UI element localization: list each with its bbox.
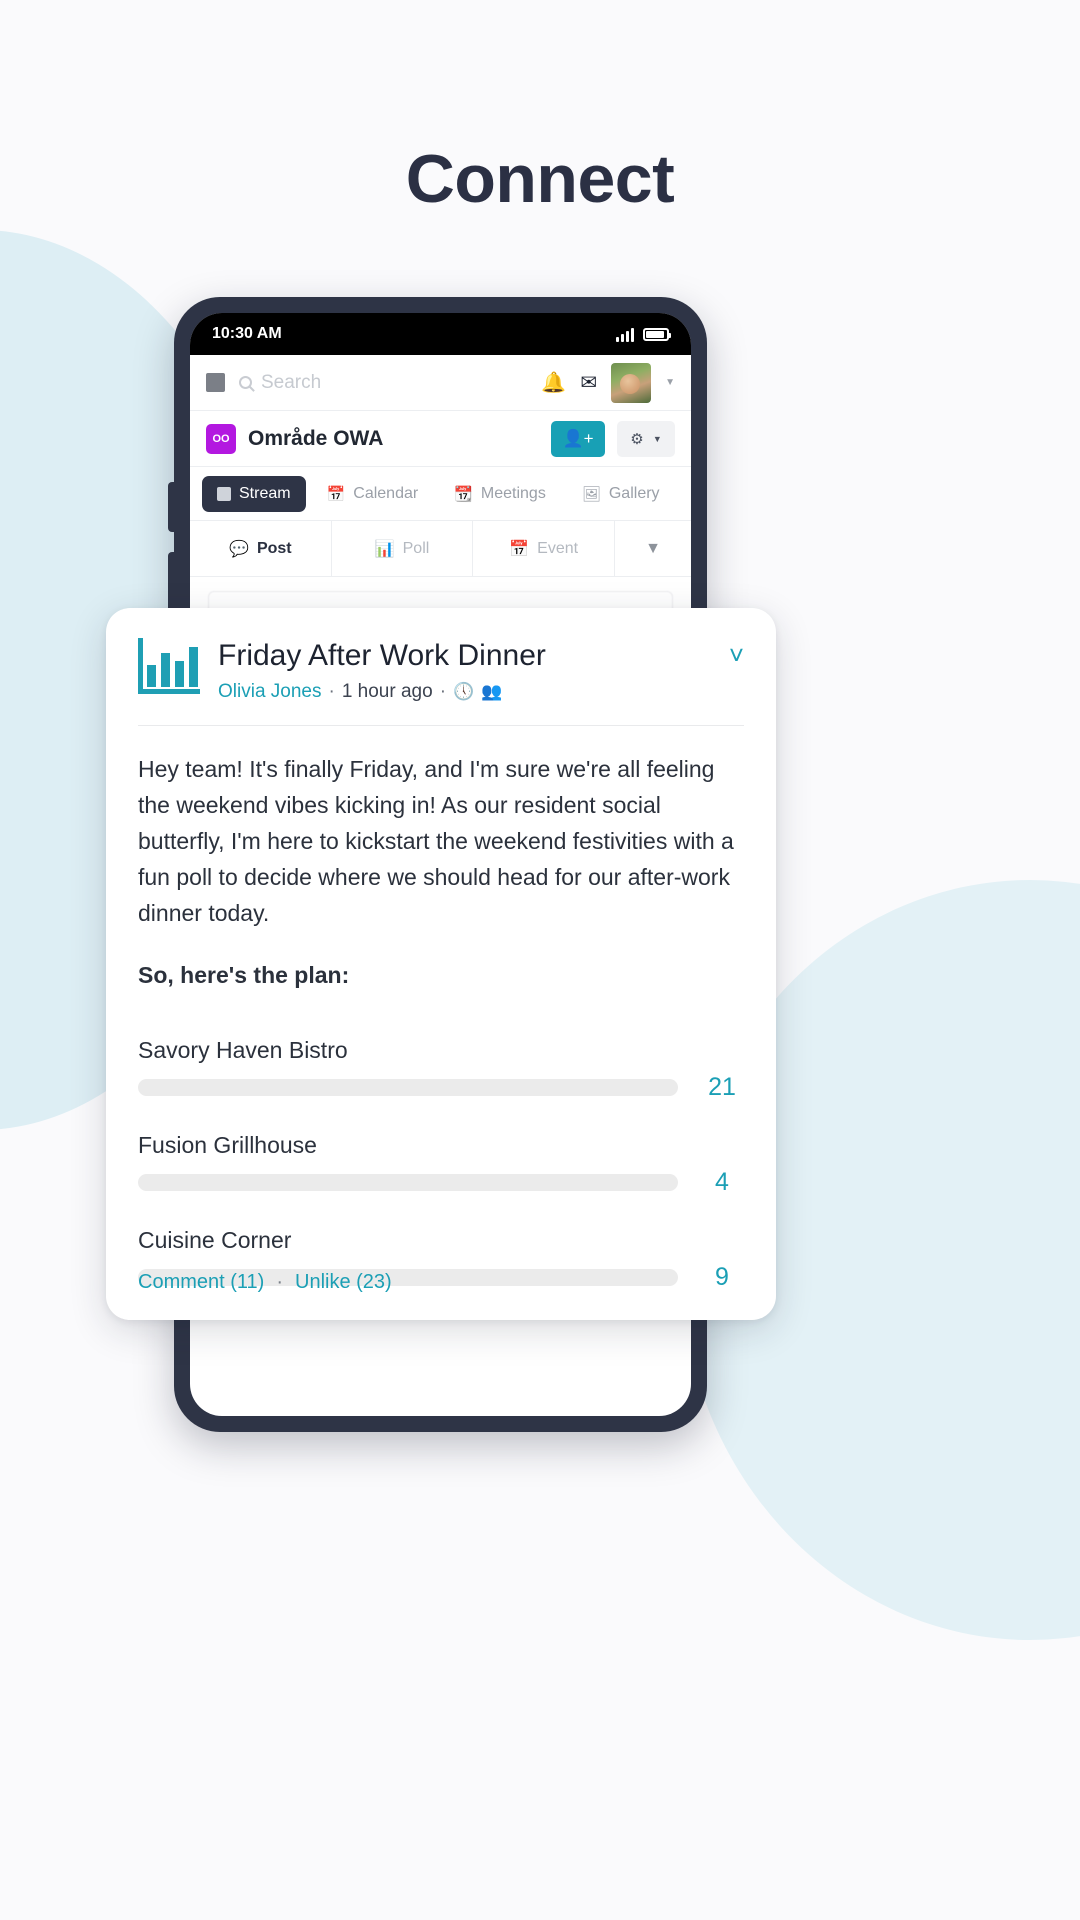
meta-separator-2: · [439,681,447,703]
poll-bar-chart-icon [138,638,200,694]
space-header: OO Område OWA 👤+ ⚙ ▼ [190,411,691,467]
screenshot-root: Connect 10:30 AM Search 🔔 ✉ ▼ OO Område … [0,0,1080,1920]
tab-calendar-label: Calendar [353,484,419,502]
comment-link[interactable]: Comment (11) [138,1271,264,1294]
signal-bars-icon [616,327,634,342]
meetings-calendar-icon: 📆 [454,485,473,503]
tab-gallery-label: Gallery [608,484,660,502]
post-title: Friday After Work Dinner [218,639,546,672]
tab-stream-label: Stream [239,484,291,502]
unlike-link[interactable]: Unlike (23) [295,1271,392,1294]
search-input[interactable]: Search [239,372,527,394]
post-title-block: Friday After Work Dinner Olivia Jones · … [218,638,711,703]
poll-option-3-count: 9 [715,1262,729,1291]
poll-option-1-track [138,1078,678,1096]
tab-calendar[interactable]: 📅 Calendar [312,476,434,512]
bell-icon[interactable]: 🔔 [541,370,566,395]
envelope-icon[interactable]: ✉ [580,370,597,395]
post-divider [138,725,744,727]
search-placeholder: Search [261,371,322,393]
meta-separator-1: · [328,681,335,703]
phone-side-button-mute [168,482,175,532]
poll-option-1-label: Savory Haven Bistro [138,1036,348,1063]
battery-icon [643,327,671,341]
status-bar: 10:30 AM [190,313,691,355]
composer-event-label: Event [537,539,579,557]
composer-bar: 💬 Post 📊 Poll 📅 Event ▼ [190,521,691,577]
app-top-bar: Search 🔔 ✉ ▼ [190,355,691,411]
hamburger-menu-icon[interactable] [206,373,225,392]
composer-more-button[interactable]: ▼ [615,521,691,576]
composer-post-label: Post [256,539,292,557]
poll-options: Savory Haven Bistro 21 Fusion Grillhouse… [138,1037,744,1292]
chevron-down-icon: ▼ [645,539,661,557]
space-tabs: Stream 📅 Calendar 📆 Meetings 🖼 Gallery [190,467,691,521]
add-member-button[interactable]: 👤+ [551,420,605,457]
gallery-image-icon: 🖼 [581,485,601,503]
status-bar-icons [616,327,671,342]
composer-poll-button[interactable]: 📊 Poll [332,521,474,576]
calendar-icon: 📅 [509,540,530,558]
stream-icon [217,486,231,501]
search-icon [239,376,252,389]
poll-option-2[interactable]: Fusion Grillhouse 4 [138,1132,744,1197]
post-plan-heading: So, here's the plan: [138,961,350,988]
post-header: Friday After Work Dinner Olivia Jones · … [138,638,744,703]
status-bar-time: 10:30 AM [212,325,282,342]
poll-option-1-count: 21 [708,1072,736,1101]
composer-post-button[interactable]: 💬 Post [190,521,332,576]
poll-option-2-track [138,1173,678,1191]
space-avatar-icon: OO [206,423,236,454]
speech-bubble-icon: 💬 [229,540,249,558]
post-footer: Comment (11) · Unlike (23) [138,1271,392,1294]
clock-icon: 🕔 [453,682,475,702]
group-members-icon: 👥 [481,682,503,702]
post-body: Hey team! It's finally Friday, and I'm s… [138,756,734,926]
calendar-icon: 📅 [326,485,346,503]
tab-meetings-label: Meetings [480,484,546,502]
poll-option-1[interactable]: Savory Haven Bistro 21 [138,1037,744,1102]
bar-chart-icon: 📊 [374,540,395,558]
poll-option-3-label: Cuisine Corner [138,1226,292,1253]
tab-gallery[interactable]: 🖼 Gallery [567,476,675,512]
composer-event-button[interactable]: 📅 Event [473,521,616,576]
composer-poll-label: Poll [402,539,430,557]
tab-stream[interactable]: Stream [202,475,306,512]
space-settings-button[interactable]: ⚙ ▼ [617,420,675,457]
post-author-link[interactable]: Olivia Jones [218,681,322,703]
page-title: Connect [405,141,675,217]
tab-meetings[interactable]: 📆 Meetings [439,476,561,512]
post-meta: Olivia Jones · 1 hour ago · 🕔 👥 [218,681,711,703]
poll-option-2-label: Fusion Grillhouse [138,1131,317,1158]
space-name: Område OWA [248,426,384,450]
chevron-down-icon[interactable]: ▼ [665,377,675,388]
poll-option-2-count: 4 [715,1167,729,1196]
post-timestamp: 1 hour ago [341,681,433,703]
footer-separator: · [276,1271,283,1293]
post-card: Friday After Work Dinner Olivia Jones · … [106,608,776,1320]
collapse-chevron-down-icon[interactable]: ˅ [729,638,744,668]
avatar[interactable] [611,362,652,403]
